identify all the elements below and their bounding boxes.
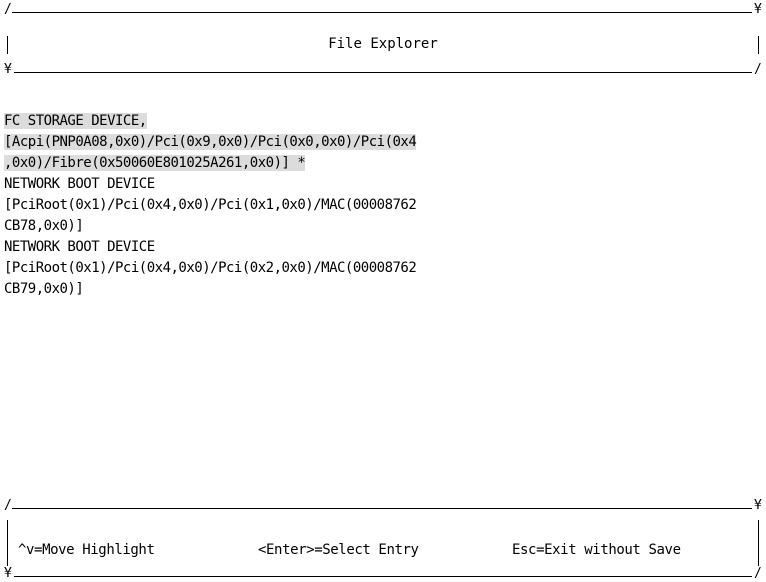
footer-corner-bottom-right: /: [754, 566, 762, 581]
header-corner-top-left: /: [4, 2, 12, 17]
key-hints: ^v=Move Highlight <Enter>=Select Entry E…: [0, 542, 766, 562]
header-bottom-rule: [14, 72, 752, 73]
footer-corner-top-left: /: [4, 498, 12, 513]
boot-device-list: FC STORAGE DEVICE, [Acpi(PNP0A08,0x0)/Pc…: [4, 111, 524, 300]
footer-corner-top-right: ¥: [754, 498, 762, 513]
entry-line: NETWORK BOOT DEVICE: [4, 176, 155, 192]
exit-without-save-hint: Esc=Exit without Save: [512, 542, 681, 558]
list-item-network-boot-2[interactable]: NETWORK BOOT DEVICE [PciRoot(0x1)/Pci(0x…: [4, 237, 524, 300]
footer-corner-bottom-left: ¥: [4, 566, 12, 581]
move-highlight-hint: ^v=Move Highlight: [18, 542, 155, 558]
entry-line: NETWORK BOOT DEVICE: [4, 239, 155, 255]
list-item-fc-storage[interactable]: FC STORAGE DEVICE, [Acpi(PNP0A08,0x0)/Pc…: [4, 111, 524, 174]
header-corner-bottom-left: ¥: [4, 62, 12, 77]
select-entry-hint: <Enter>=Select Entry: [258, 542, 419, 558]
entry-line: [PciRoot(0x1)/Pci(0x4,0x0)/Pci(0x2,0x0)/…: [4, 260, 417, 276]
header-top-rule: [12, 12, 752, 13]
footer-bottom-rule: [14, 576, 752, 577]
entry-line: [Acpi(PNP0A08,0x0)/Pci(0x9,0x0)/Pci(0x0,…: [4, 134, 417, 150]
header-corner-top-right: ¥: [754, 2, 762, 17]
entry-line: CB78,0x0)]: [4, 218, 84, 234]
header-corner-bottom-right: /: [754, 62, 762, 77]
entry-line: [PciRoot(0x1)/Pci(0x4,0x0)/Pci(0x1,0x0)/…: [4, 197, 417, 213]
footer-top-rule: [12, 508, 752, 509]
entry-line: ,0x0)/Fibre(0x50060E801025A261,0x0)] *: [4, 155, 306, 171]
list-item-network-boot-1[interactable]: NETWORK BOOT DEVICE [PciRoot(0x1)/Pci(0x…: [4, 174, 524, 237]
entry-line: FC STORAGE DEVICE,: [4, 113, 147, 129]
entry-line: CB79,0x0)]: [4, 281, 84, 297]
page-title: File Explorer: [328, 36, 438, 52]
screen-frame: / ¥ File Explorer ¥ / FC STORAGE DEVICE,…: [0, 0, 766, 582]
